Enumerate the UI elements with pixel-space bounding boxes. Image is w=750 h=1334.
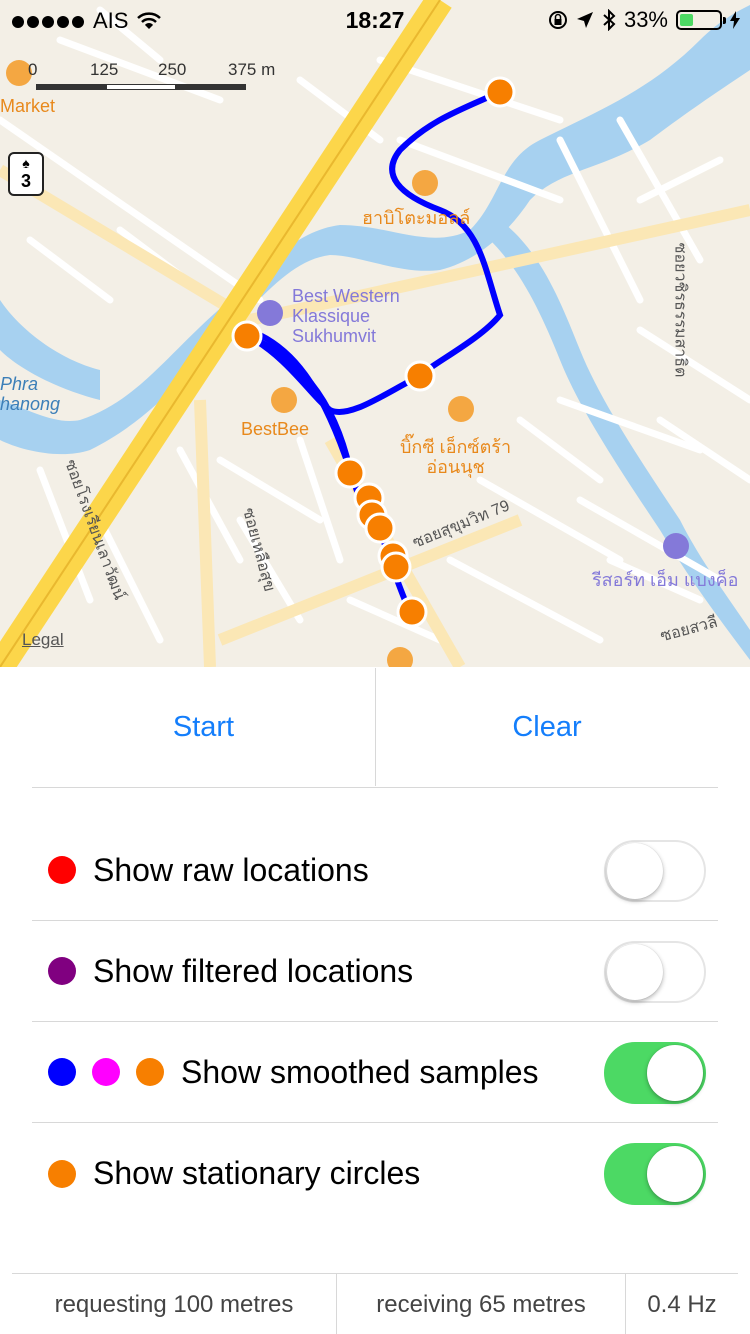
smoothed-path-color-dot	[48, 1058, 76, 1086]
switch-knob	[647, 1146, 703, 1202]
stationary-circle-color-dot	[48, 1159, 76, 1188]
scale-label-250: 250	[158, 60, 187, 79]
receiving-accuracy: receiving 65 metres	[376, 1290, 586, 1318]
water-phra-khanong-label: Phra hanong	[0, 374, 61, 414]
location-arrow-icon	[576, 12, 593, 28]
bluetooth-icon	[603, 9, 616, 31]
toggle-row-filtered-locations: Show filtered locations	[32, 921, 718, 1022]
orientation-lock-icon	[548, 11, 567, 29]
filtered-locations-switch[interactable]	[604, 941, 706, 1003]
map-view[interactable]: 0 125 250 375 m ♠ 3 Market ฮาบิโตะมอลล์ …	[0, 0, 750, 667]
scale-label-0: 0	[28, 60, 38, 79]
road-soi-wachira-label: ซอยวชิรธรรมสาธิต	[671, 242, 689, 378]
scale-segment	[36, 84, 106, 90]
poi-bestbeer-label[interactable]: BestBee	[241, 419, 309, 439]
battery-icon	[676, 10, 726, 30]
toggle-label-raw-locations: Show raw locations	[93, 851, 369, 888]
switch-knob	[607, 843, 663, 899]
route-shield: ♠ 3	[8, 152, 44, 196]
charging-bolt-icon	[730, 11, 740, 29]
map-scale-bar: 0 125 250 375 m	[28, 60, 288, 94]
stationary-circles-switch[interactable]	[604, 1143, 706, 1205]
river-branch	[490, 220, 750, 660]
action-buttons: Start Clear	[32, 668, 718, 788]
poi-best-western-label[interactable]: Best Western Klassique Sukhumvit	[292, 286, 400, 346]
raw-locations-switch[interactable]	[604, 840, 706, 902]
toggle-row-raw-locations: Show raw locations	[32, 820, 718, 921]
filtered-location-color-dot	[48, 957, 76, 985]
toggle-label-stationary-circles: Show stationary circles	[93, 1155, 421, 1191]
toggle-row-stationary-circles: Show stationary circles	[32, 1123, 718, 1224]
raw-location-color-dot	[48, 856, 76, 884]
smoothed-sample-color-dot	[92, 1058, 120, 1086]
poi-big-c-label[interactable]: บิ๊กซี เอ็กซ์ตร้า อ่อนนุช	[400, 437, 511, 477]
battery-level	[680, 14, 693, 26]
smoothed-samples-switch[interactable]	[604, 1042, 706, 1104]
requesting-accuracy: requesting 100 metres	[54, 1290, 294, 1318]
status-bar: AIS 18:27 33%	[0, 0, 750, 40]
switch-knob	[607, 944, 663, 1000]
start-button[interactable]: Start	[32, 668, 375, 786]
route-shield-number: 3	[20, 171, 31, 191]
battery-percent: 33%	[623, 7, 668, 32]
legal-link[interactable]: Legal	[22, 630, 64, 650]
scale-segment	[106, 84, 176, 90]
poi-market-label[interactable]: Market	[0, 96, 55, 116]
status-footer: requesting 100 metres receiving 65 metre…	[12, 1273, 738, 1334]
toggle-row-smoothed-samples: Show smoothed samples	[32, 1022, 718, 1123]
scale-label-375: 375 m	[228, 60, 276, 79]
smoothed-stationary-color-dot	[136, 1058, 164, 1086]
poi-habito-label[interactable]: ฮาบิโตะมอลล์	[362, 208, 470, 228]
toggle-label-filtered-locations: Show filtered locations	[93, 952, 414, 989]
update-frequency: 0.4 Hz	[647, 1290, 717, 1318]
scale-label-125: 125	[90, 60, 119, 79]
switch-knob	[647, 1045, 703, 1101]
clear-button[interactable]: Clear	[376, 668, 718, 786]
scale-segment	[176, 84, 246, 90]
toggle-label-smoothed-samples: Show smoothed samples	[181, 1053, 539, 1090]
poi-resort-label[interactable]: รีสอร์ท เอ็ม แบงค็อ	[592, 570, 739, 590]
